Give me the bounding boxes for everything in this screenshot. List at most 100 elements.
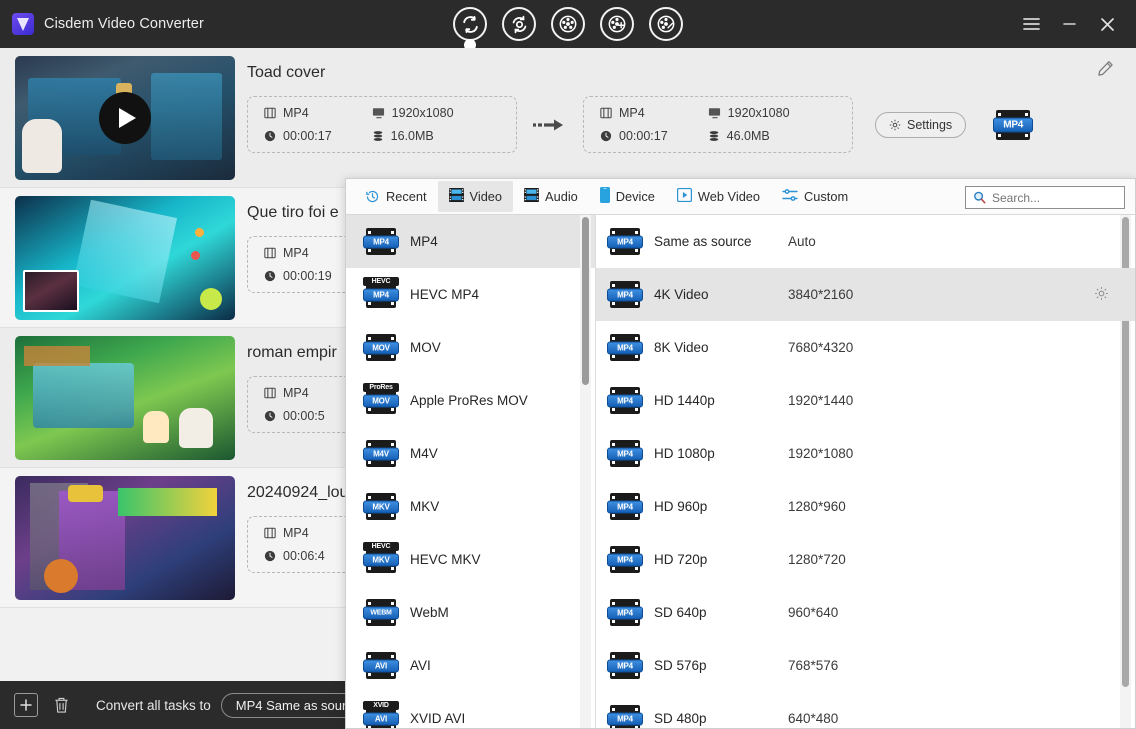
preset-icon-tag: MP4 [607,553,643,566]
add-file-button[interactable] [14,693,38,717]
preset-list[interactable]: MP4 Same as source Auto [596,215,1135,728]
preset-icon-tag: MP4 [607,235,643,248]
format-item-mp4[interactable]: MP4 MP4 [346,215,595,268]
source-format-row: MP4 [264,246,332,260]
avi-film-icon: AVI [366,652,396,679]
source-format: MP4 [283,246,309,260]
format-dropdown-panel: Recent Video [345,178,1136,729]
source-resolution: 1920x1080 [392,106,454,120]
tab-recent[interactable]: Recent [354,182,438,211]
format-item-hevc-mp4[interactable]: HEVC MP4 HEVC MP4 [346,268,595,321]
preset-item-4k-video[interactable]: MP4 4K Video 3840*2160 [596,268,1135,321]
preset-item-same-as-source[interactable]: MP4 Same as source Auto [596,215,1135,268]
format-item-hevc-mkv[interactable]: HEVC MKV HEVC MKV [346,533,595,586]
format-item-m4v[interactable]: M4V M4V [346,427,595,480]
cisdem-logo [12,13,34,35]
format-icon-tag: MOV [363,341,399,354]
title-bar: Cisdem Video Converter [0,0,1136,48]
source-duration-row: 00:00:17 [264,129,332,143]
format-item-apple-prores-mov[interactable]: ProRes MOV Apple ProRes MOV [346,374,595,427]
play-button[interactable] [99,92,151,144]
edit-reel-icon[interactable] [600,7,634,41]
webm-film-icon: WEBM [366,599,396,626]
preset-item-hd-1440p[interactable]: MP4 HD 1440p 1920*1440 [596,374,1135,427]
mov-film-icon: MOV [366,334,396,361]
output-format: MP4 [619,106,645,120]
format-item-webm[interactable]: WEBM WebM [346,586,595,639]
video-thumbnail[interactable] [15,196,235,320]
format-label: WebM [410,605,449,620]
badge-label: MP4 [993,117,1033,132]
file-card[interactable]: Toad cover MP4 00: [0,48,1136,188]
tab-audio[interactable]: Audio [513,181,589,212]
convert-icon[interactable] [453,7,487,41]
preset-film-icon: MP4 [610,599,640,626]
search-input[interactable] [992,191,1112,205]
format-list-scrollbar[interactable] [582,217,589,385]
format-item-mkv[interactable]: MKV MKV [346,480,595,533]
minimize-button[interactable] [1050,0,1088,48]
conversion-row: MP4 00:00:17 [247,96,1136,153]
search-box[interactable] [965,186,1125,209]
hevc-mp4-film-icon: HEVC MP4 [366,281,396,308]
format-label: MP4 [410,234,438,249]
preset-item-hd-720p[interactable]: MP4 HD 720p 1280*720 [596,533,1135,586]
video-thumbnail[interactable] [15,476,235,600]
source-format-row: MP4 [264,106,332,120]
source-duration: 00:00:17 [283,129,332,143]
preset-name: SD 640p [654,605,774,620]
source-duration-row: 00:00:5 [264,409,325,423]
format-list[interactable]: MP4 MP4 HEVC MP4 [346,215,596,728]
source-size: 16.0MB [391,129,434,143]
preset-item-sd-480p[interactable]: MP4 SD 480p 640*480 [596,692,1135,728]
output-size: 46.0MB [727,129,770,143]
preset-item-hd-1080p[interactable]: MP4 HD 1080p 1920*1080 [596,427,1135,480]
preset-dimensions: 640*480 [788,711,838,726]
compress-icon[interactable] [502,7,536,41]
format-item-mov[interactable]: MOV MOV [346,321,595,374]
output-format-row: MP4 [600,106,668,120]
web-video-icon [677,188,692,205]
preset-icon-tag: MP4 [607,659,643,672]
format-icon-tag: AVI [363,659,399,672]
format-item-avi[interactable]: AVI AVI [346,639,595,692]
format-icon-tag: MP4 [363,288,399,301]
output-format-badge[interactable]: MP4 [996,110,1030,140]
preset-icon-tag: MP4 [607,288,643,301]
source-meta-box: MP4 00:00:17 [247,96,517,153]
preset-dimensions: 1920*1440 [788,393,853,408]
preset-dimensions: 1280*720 [788,552,846,567]
preset-item-hd-960p[interactable]: MP4 HD 960p 1280*960 [596,480,1135,533]
format-item-xvid-avi[interactable]: XVID AVI XVID AVI [346,692,595,728]
video-thumbnail[interactable] [15,56,235,180]
format-icon-toptag: ProRes [363,383,399,392]
preset-icon-tag: MP4 [607,447,643,460]
app-window: Cisdem Video Converter [0,0,1136,729]
tab-custom[interactable]: Custom [771,181,859,212]
tab-device[interactable]: Device [589,180,666,213]
preset-settings-gear-icon[interactable] [1094,286,1109,304]
dvd-reel-icon[interactable] [649,7,683,41]
tab-label: Video [470,189,503,204]
video-thumbnail[interactable] [15,336,235,460]
preset-item-sd-576p[interactable]: MP4 SD 576p 768*576 [596,639,1135,692]
tab-web-video[interactable]: Web Video [666,181,771,212]
source-duration: 00:00:19 [283,269,332,283]
preset-item-sd-640p[interactable]: MP4 SD 640p 960*640 [596,586,1135,639]
delete-button[interactable] [48,692,74,718]
output-resolution: 1920x1080 [728,106,790,120]
tab-label: Web Video [698,189,760,204]
menu-button[interactable] [1012,0,1050,48]
tab-video[interactable]: Video [438,181,514,212]
settings-button[interactable]: Settings [875,112,966,138]
preset-name: HD 720p [654,552,774,567]
source-resolution-row: 1920x1080 [372,106,454,120]
source-duration: 00:06:4 [283,549,325,563]
output-resolution-row: 1920x1080 [708,106,790,120]
preset-icon-tag: MP4 [607,341,643,354]
edit-icon[interactable] [1097,60,1114,82]
preset-item-8k-video[interactable]: MP4 8K Video 7680*4320 [596,321,1135,374]
close-button[interactable] [1088,0,1126,48]
download-icon[interactable] [551,7,585,41]
tab-label: Recent [386,189,427,204]
